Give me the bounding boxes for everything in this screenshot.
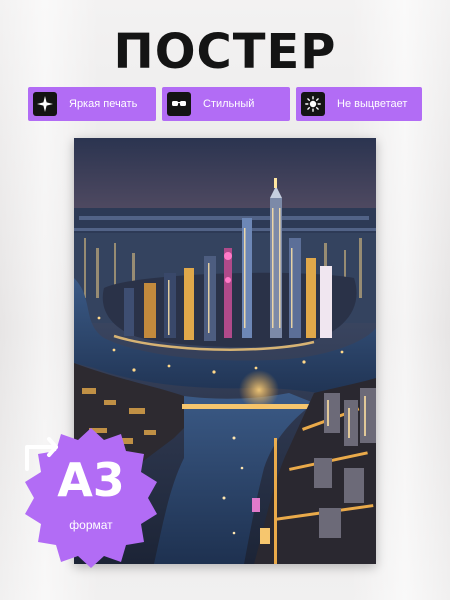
feature-badges: Яркая печать Стильный Не выцветает (28, 87, 422, 121)
sunglasses-icon (167, 92, 191, 116)
format-label: формат (69, 518, 113, 532)
page-title: ПОСТЕР (113, 24, 337, 80)
sun-icon (301, 92, 325, 116)
badge-label: Не выцветает (337, 98, 408, 110)
badge-no-fade: Не выцветает (296, 87, 422, 121)
badge-bright-print: Яркая печать (28, 87, 156, 121)
format-value: А3 (57, 453, 125, 507)
badge-label: Яркая печать (69, 98, 138, 110)
badge-stylish: Стильный (162, 87, 290, 121)
badge-label: Стильный (203, 98, 255, 110)
sparkle-icon (33, 92, 57, 116)
